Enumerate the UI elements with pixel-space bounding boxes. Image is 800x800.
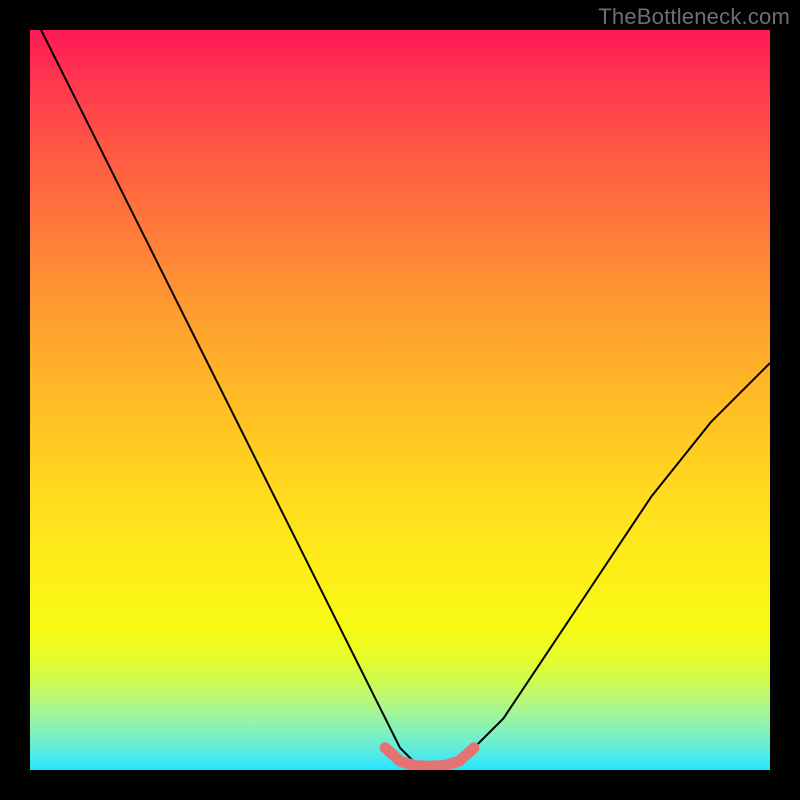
chart-frame: TheBottleneck.com [0, 0, 800, 800]
curve-line [30, 30, 770, 766]
watermark-text: TheBottleneck.com [598, 4, 790, 30]
bottleneck-curve [30, 30, 770, 770]
curve-bottom-marker [385, 748, 474, 767]
plot-area [30, 30, 770, 770]
